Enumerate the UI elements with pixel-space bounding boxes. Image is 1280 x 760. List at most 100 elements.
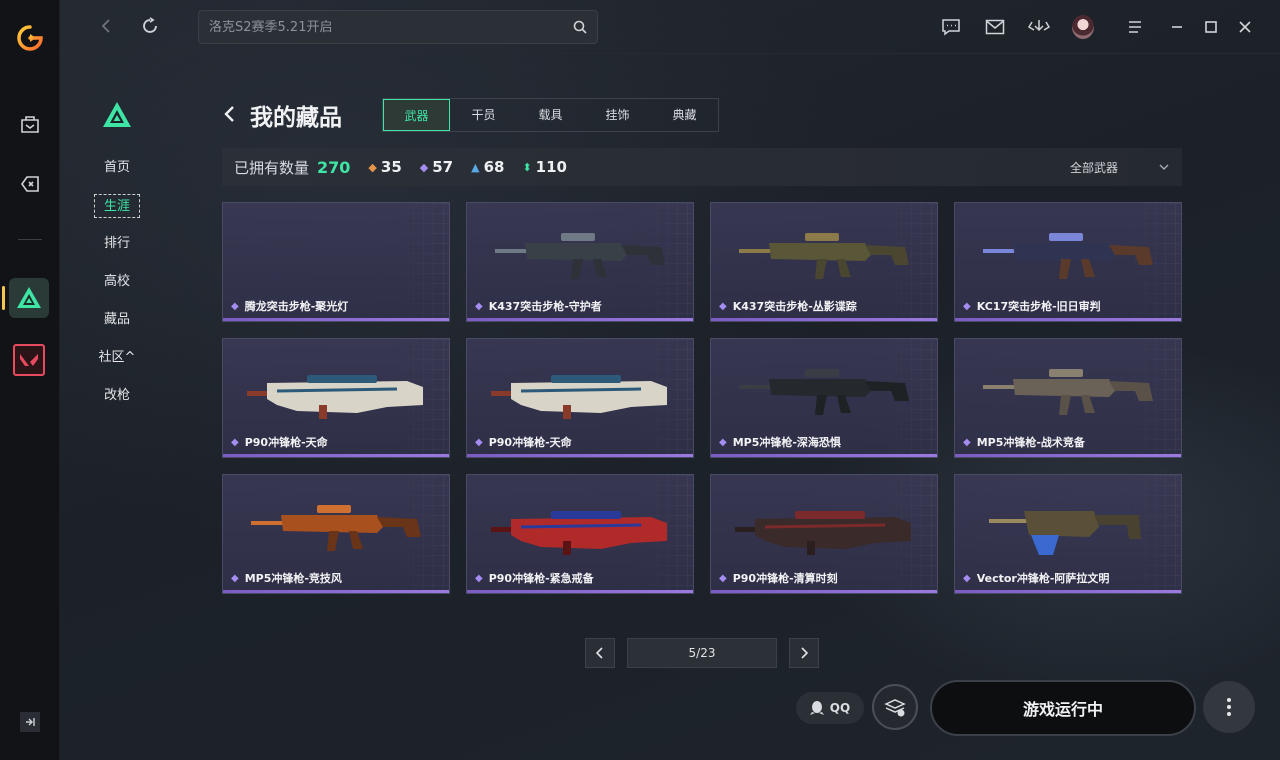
- gem-purple-icon: ◆: [231, 572, 239, 584]
- weapon-image: [739, 233, 909, 279]
- page-title: 我的藏品: [250, 105, 342, 131]
- gamepad-icon[interactable]: [14, 168, 46, 200]
- back-nav-icon[interactable]: [94, 14, 118, 38]
- collection-item-card[interactable]: ◆ 腾龙突击步枪-聚光灯: [222, 202, 450, 322]
- valorant-game-tile[interactable]: [9, 340, 49, 380]
- subnav-item-gunsmith[interactable]: 改枪: [94, 384, 140, 408]
- layers-icon: [884, 699, 906, 717]
- weapon-image: [739, 369, 909, 415]
- subnav-item-community[interactable]: 社区^: [94, 346, 140, 370]
- item-name: MP5冲锋枪-深海恐惧: [732, 436, 841, 449]
- rail-divider: [18, 239, 42, 240]
- collection-item-card[interactable]: ◆ KC17突击步枪-旧日审判: [954, 202, 1182, 322]
- owned-label: 已拥有数量: [234, 158, 310, 177]
- item-name: MP5冲锋枪-竞技风: [244, 572, 342, 585]
- collection-item-card[interactable]: ◆ MP5冲锋枪-深海恐惧: [710, 338, 938, 458]
- avatar: [1072, 15, 1094, 39]
- collection-item-card[interactable]: ◆ Vector冲锋枪-阿萨拉文明: [954, 474, 1182, 594]
- chevron-left-icon: [224, 106, 234, 122]
- download-icon[interactable]: [1028, 16, 1050, 38]
- subnav-item-career[interactable]: 生涯: [94, 194, 140, 218]
- prev-page-button[interactable]: [585, 638, 615, 668]
- gem-purple-icon: ◆: [475, 436, 483, 448]
- item-label: ◆ MP5冲锋枪-战术竞备: [963, 434, 1085, 450]
- item-name: P90冲锋枪-天命: [488, 436, 572, 449]
- refresh-icon[interactable]: [138, 14, 162, 38]
- rarity-count-blue: ▲ 68: [471, 158, 504, 176]
- subnav-item-ranking[interactable]: 排行: [94, 232, 140, 256]
- collection-item-card[interactable]: ◆ MP5冲锋枪-竞技风: [222, 474, 450, 594]
- qq-button[interactable]: QQ: [796, 692, 864, 724]
- mail-icon[interactable]: [984, 16, 1006, 38]
- collection-item-card[interactable]: ◆ P90冲锋枪-紧急戒备: [466, 474, 694, 594]
- minimize-icon[interactable]: [1166, 16, 1188, 38]
- subnav-item-colleges[interactable]: 高校: [94, 270, 140, 294]
- collapse-sidebar-icon[interactable]: [20, 712, 40, 732]
- weapon-filter-dropdown[interactable]: 全部武器: [1070, 148, 1170, 186]
- page-back-button[interactable]: [222, 102, 242, 126]
- item-name: K437突击步枪-守护者: [488, 300, 602, 313]
- tab-vehicles[interactable]: 载具: [517, 99, 584, 131]
- gem-purple-icon: ◆: [475, 300, 483, 312]
- close-icon[interactable]: [1234, 16, 1256, 38]
- collection-item-card[interactable]: ◆ P90冲锋枪-天命: [466, 338, 694, 458]
- chat-icon[interactable]: [940, 16, 962, 38]
- app-rail: [0, 0, 60, 760]
- collection-item-card[interactable]: ◆ P90冲锋枪-清算时刻: [710, 474, 938, 594]
- window-controls: [940, 0, 1280, 54]
- rarity-count-green: ⬍ 110: [522, 158, 567, 176]
- maximize-icon[interactable]: [1200, 16, 1222, 38]
- more-options-button[interactable]: [1203, 681, 1255, 733]
- search-icon[interactable]: [573, 20, 587, 34]
- item-name: P90冲锋枪-紧急戒备: [488, 572, 594, 585]
- app-logo-icon[interactable]: [16, 24, 44, 52]
- weapon-image: [247, 375, 423, 419]
- gem-green-icon: ⬍: [522, 160, 532, 174]
- subnav-item-collection[interactable]: 藏品: [94, 308, 140, 332]
- search-input[interactable]: [209, 19, 573, 35]
- layers-button[interactable]: [872, 684, 918, 730]
- weapon-image: [735, 511, 911, 555]
- gem-orange-icon: ◆: [368, 160, 377, 174]
- item-label: ◆ MP5冲锋枪-深海恐惧: [719, 434, 841, 450]
- menu-icon[interactable]: [1124, 16, 1146, 38]
- tab-charms[interactable]: 挂饰: [584, 99, 651, 131]
- tab-weapons[interactable]: 武器: [383, 99, 450, 131]
- count-value: 110: [535, 158, 567, 176]
- collection-item-card[interactable]: ◆ MP5冲锋枪-战术竞备: [954, 338, 1182, 458]
- next-page-button[interactable]: [789, 638, 819, 668]
- collection-grid: ◆ 腾龙突击步枪-聚光灯 ◆ K437突击步枪-守护者 ◆ K437突击步枪-丛影谍踪 ◆ K…: [222, 202, 1182, 594]
- game-running-button[interactable]: 游戏运行中: [930, 680, 1196, 736]
- gem-purple-icon: ◆: [231, 436, 239, 448]
- item-label: ◆ MP5冲锋枪-竞技风: [231, 570, 342, 586]
- subnav-item-home[interactable]: 首页: [94, 156, 140, 180]
- weapon-image: [491, 375, 667, 419]
- gem-purple-icon: ◆: [719, 436, 727, 448]
- tab-collection[interactable]: 典藏: [651, 99, 718, 131]
- active-indicator: [2, 286, 5, 310]
- shop-icon[interactable]: [14, 108, 46, 140]
- delta-brand-icon: [103, 102, 131, 127]
- collection-item-card[interactable]: ◆ K437突击步枪-丛影谍踪: [710, 202, 938, 322]
- chevron-right-icon: [801, 647, 809, 659]
- page-indicator[interactable]: 5/23: [627, 638, 777, 668]
- gem-purple-icon: ◆: [963, 300, 971, 312]
- item-name: P90冲锋枪-清算时刻: [732, 572, 838, 585]
- valorant-logo-icon: [13, 344, 45, 376]
- collection-item-card[interactable]: ◆ K437突击步枪-守护者: [466, 202, 694, 322]
- item-name: MP5冲锋枪-战术竞备: [976, 436, 1085, 449]
- item-name: KC17突击步枪-旧日审判: [976, 300, 1101, 313]
- collection-item-card[interactable]: ◆ P90冲锋枪-天命: [222, 338, 450, 458]
- item-label: ◆ Vector冲锋枪-阿萨拉文明: [963, 570, 1109, 586]
- tab-operators[interactable]: 干员: [450, 99, 517, 131]
- top-bar: [60, 0, 1280, 54]
- user-avatar[interactable]: [1072, 15, 1094, 39]
- item-label: ◆ P90冲锋枪-紧急戒备: [475, 570, 594, 586]
- gem-purple-icon: ◆: [963, 572, 971, 584]
- item-label: ◆ K437突击步枪-守护者: [475, 298, 602, 314]
- item-label: ◆ K437突击步枪-丛影谍踪: [719, 298, 857, 314]
- gem-purple-icon: ◆: [963, 436, 971, 448]
- rarity-count-purple: ◆ 57: [420, 158, 453, 176]
- search-box[interactable]: [198, 10, 598, 44]
- delta-force-game-tile[interactable]: [9, 278, 49, 318]
